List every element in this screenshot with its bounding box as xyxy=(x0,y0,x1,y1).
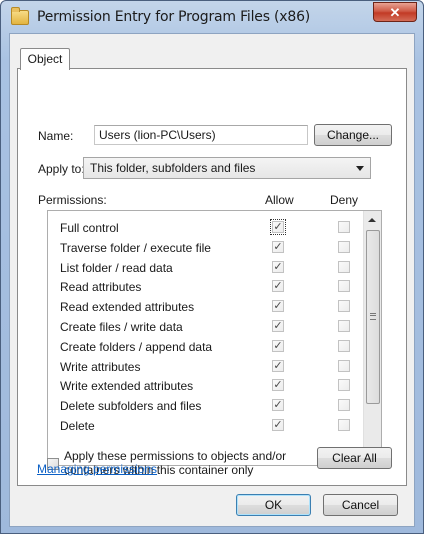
allow-header: Allow xyxy=(265,193,294,207)
deny-checkbox[interactable] xyxy=(338,399,350,412)
tab-object-label: Object xyxy=(27,52,63,66)
change-button-label: Change... xyxy=(326,128,380,142)
permission-row: Traverse folder / execute file ✓ xyxy=(48,238,365,257)
allow-checkbox[interactable]: ✓ xyxy=(272,260,284,273)
permission-label: Write extended attributes xyxy=(60,379,194,394)
managing-permissions-link[interactable]: Managing permissions xyxy=(37,462,157,476)
apply-to-label: Apply to: xyxy=(38,162,85,176)
chevron-down-icon xyxy=(356,166,364,171)
deny-checkbox[interactable] xyxy=(338,419,350,431)
close-icon: ✕ xyxy=(389,5,401,20)
allow-checkbox[interactable]: ✓ xyxy=(270,219,286,235)
title-bar[interactable]: Permission Entry for Program Files (x86)… xyxy=(1,1,423,33)
permission-row: Read extended attributes ✓ xyxy=(48,297,365,316)
permission-label: Full control xyxy=(60,221,119,235)
close-button[interactable]: ✕ xyxy=(373,2,417,22)
allow-checkbox[interactable]: ✓ xyxy=(272,399,284,412)
apply-to-value: This folder, subfolders and files xyxy=(90,161,256,175)
change-button[interactable]: Change... xyxy=(314,124,392,146)
permission-label: Delete subfolders and files xyxy=(60,399,202,414)
permission-row: Write attributes ✓ xyxy=(48,357,365,376)
permissions-list[interactable]: Full control ✓ Traverse folder / execute f… xyxy=(47,210,382,466)
grip-icon xyxy=(370,313,376,320)
deny-checkbox[interactable] xyxy=(338,240,350,253)
allow-checkbox[interactable]: ✓ xyxy=(272,320,284,332)
allow-checkbox[interactable]: ✓ xyxy=(272,280,284,293)
folder-icon xyxy=(11,7,29,25)
permission-label: Read extended attributes xyxy=(60,300,195,315)
allow-checkbox[interactable]: ✓ xyxy=(272,379,284,392)
dialog-client: Object Name: Users (lion-PC\Users) Chang… xyxy=(9,33,415,527)
permission-label: Read attributes xyxy=(60,280,142,295)
clear-all-button-label: Clear All xyxy=(332,451,377,465)
scroll-up-arrow-icon[interactable] xyxy=(368,218,376,222)
permission-label: List folder / read data xyxy=(60,260,173,275)
permission-row: Create files / write data ✓ xyxy=(48,317,365,336)
name-label: Name: xyxy=(38,129,74,143)
ok-button-label: OK xyxy=(264,498,283,512)
allow-checkbox[interactable]: ✓ xyxy=(272,359,284,372)
name-field[interactable]: Users (lion-PC\Users) xyxy=(94,125,308,145)
deny-checkbox[interactable] xyxy=(338,280,350,293)
scrollbar-thumb[interactable] xyxy=(366,230,380,404)
permission-label: Create files / write data xyxy=(60,320,183,334)
allow-checkbox[interactable]: ✓ xyxy=(272,419,284,431)
apply-inherit-label-line1: Apply these permissions to objects and/o… xyxy=(64,449,287,463)
permission-row: Write extended attributes ✓ xyxy=(48,376,365,395)
window-title: Permission Entry for Program Files (x86) xyxy=(37,9,311,25)
allow-checkbox[interactable]: ✓ xyxy=(272,339,284,352)
clear-all-button[interactable]: Clear All xyxy=(317,447,392,469)
cancel-button-label: Cancel xyxy=(341,498,380,512)
deny-checkbox[interactable] xyxy=(338,221,350,233)
deny-checkbox[interactable] xyxy=(338,379,350,392)
permissions-scrollbar[interactable] xyxy=(363,211,381,465)
permission-row: Create folders / append data ✓ xyxy=(48,337,365,356)
dialog-window: Permission Entry for Program Files (x86)… xyxy=(0,0,424,534)
permission-label: Write attributes xyxy=(60,359,141,374)
permission-row: Delete subfolders and files ✓ xyxy=(48,396,365,415)
deny-checkbox[interactable] xyxy=(338,339,350,352)
deny-checkbox[interactable] xyxy=(338,260,350,273)
permission-row: List folder / read data ✓ xyxy=(48,258,365,277)
apply-to-select[interactable]: This folder, subfolders and files xyxy=(83,157,371,179)
tab-object[interactable]: Object xyxy=(20,48,70,70)
permission-label: Delete xyxy=(60,419,95,433)
tab-panel: Name: Users (lion-PC\Users) Change... Ap… xyxy=(17,68,407,486)
permission-label: Create folders / append data xyxy=(60,339,213,354)
deny-checkbox[interactable] xyxy=(338,300,350,313)
deny-checkbox[interactable] xyxy=(338,320,350,332)
deny-header: Deny xyxy=(330,193,359,207)
allow-checkbox[interactable]: ✓ xyxy=(272,240,284,253)
ok-button[interactable]: OK xyxy=(236,494,311,516)
permission-row: Delete ✓ xyxy=(48,416,365,435)
deny-checkbox[interactable] xyxy=(338,359,350,372)
permission-label: Traverse folder / execute file xyxy=(60,240,211,255)
allow-checkbox[interactable]: ✓ xyxy=(272,300,284,313)
cancel-button[interactable]: Cancel xyxy=(323,494,398,516)
name-value: Users (lion-PC\Users) xyxy=(99,128,216,142)
permission-row: Read attributes ✓ xyxy=(48,277,365,296)
permissions-header: Permissions: xyxy=(38,193,107,207)
permission-row: Full control ✓ xyxy=(48,218,365,237)
